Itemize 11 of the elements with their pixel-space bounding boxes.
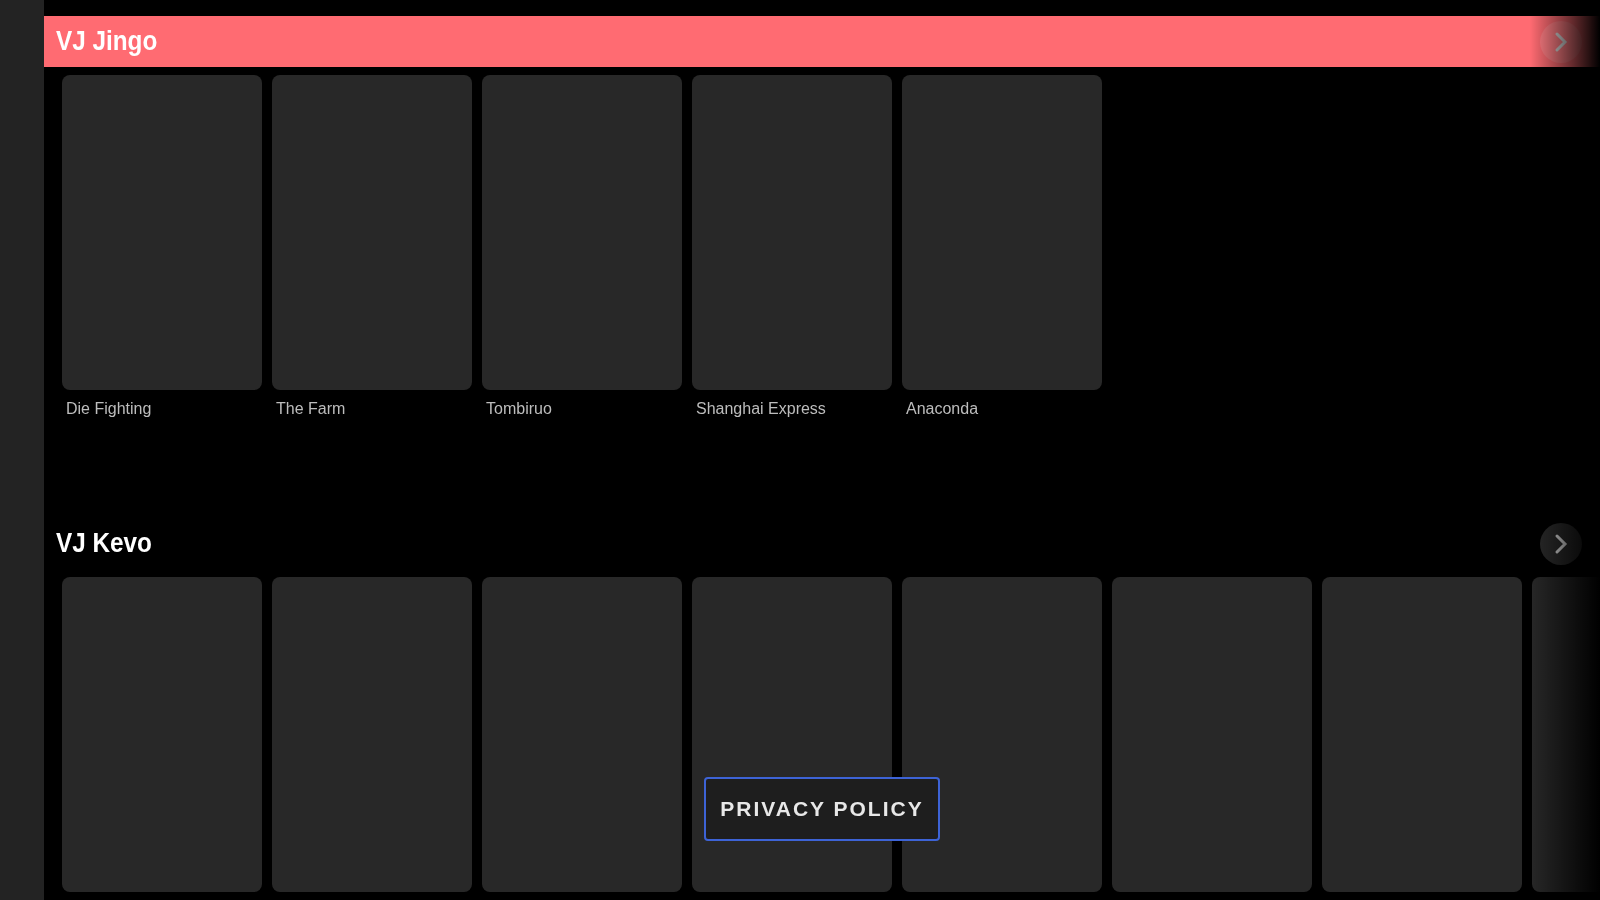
movie-title: Shanghai Express <box>696 400 827 418</box>
privacy-policy-toast[interactable]: PRIVACY POLICY <box>704 777 940 841</box>
section-title: VJ Jingo <box>56 26 158 57</box>
movie-title: Anaconda <box>906 400 980 418</box>
movie-title: Die Fighting <box>66 400 153 418</box>
section-title: VJ Kevo <box>56 528 152 559</box>
next-button[interactable] <box>1540 522 1582 565</box>
movie-title: The Farm <box>276 400 347 418</box>
chevron-right-icon <box>1554 30 1568 53</box>
movie-title: Tombiruo <box>486 400 553 418</box>
chevron-right-icon <box>1554 532 1568 555</box>
